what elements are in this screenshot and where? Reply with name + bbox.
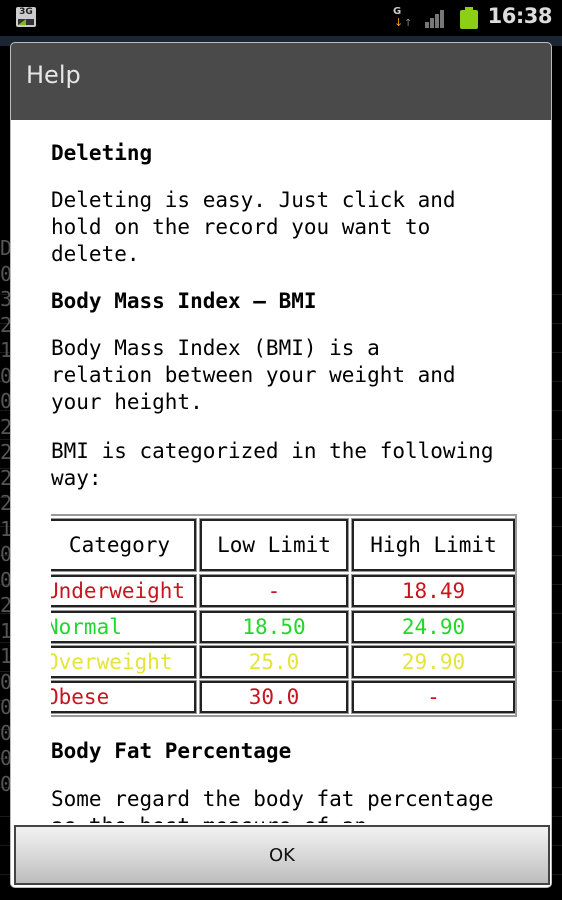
high-limit-cell: 24.90: [351, 610, 516, 644]
low-limit-cell: -: [199, 574, 349, 608]
dialog-title: Help: [26, 61, 81, 89]
deleting-paragraph: Deleting is easy. Just click and hold on…: [51, 188, 456, 266]
status-time: 16:38: [487, 4, 553, 28]
category-cell: Underweight: [51, 574, 197, 608]
bmi-table: Category Low Limit High Limit Underweigh…: [51, 514, 517, 717]
dialog-footer: OK: [11, 823, 551, 887]
low-limit-cell: 25.0: [199, 645, 349, 679]
battery-icon: [460, 7, 478, 29]
status-bar: 3G G ↓ ↑ 16:38: [0, 0, 562, 36]
low-limit-cell: 30.0: [199, 680, 349, 714]
table-header-high-limit: High Limit: [351, 518, 516, 572]
bmi-paragraph: Body Mass Index (BMI) is a relation betw…: [51, 336, 456, 414]
table-header-low-limit: Low Limit: [199, 518, 349, 572]
signal-icon: [425, 10, 445, 28]
data-transfer-icon: G ↓ ↑: [393, 6, 413, 29]
ok-button[interactable]: OK: [14, 825, 550, 885]
body-fat-paragraph: Some regard the body fat percentage as t…: [51, 787, 494, 823]
section-heading-body-fat: Body Fat Percentage: [51, 739, 292, 763]
table-header-category: Category: [51, 518, 197, 572]
high-limit-cell: 29.90: [351, 645, 516, 679]
section-heading-deleting: Deleting: [51, 141, 153, 165]
category-cell: Overweight: [51, 645, 197, 679]
help-content[interactable]: Deleting Deleting is easy. Just click an…: [51, 120, 541, 823]
help-dialog: Help Deleting Deleting is easy. Just cli…: [10, 42, 552, 888]
category-cell: Obese: [51, 680, 197, 714]
3g-icon: 3G: [16, 7, 36, 27]
high-limit-cell: 18.49: [351, 574, 516, 608]
low-limit-cell: 18.50: [199, 610, 349, 644]
section-heading-bmi: Body Mass Index – BMI: [51, 289, 317, 313]
category-cell: Normal: [51, 610, 197, 644]
bmi-category-intro: BMI is categorized in the following way:: [51, 439, 494, 490]
dialog-title-bar: Help: [11, 43, 551, 120]
high-limit-cell: -: [351, 680, 516, 714]
